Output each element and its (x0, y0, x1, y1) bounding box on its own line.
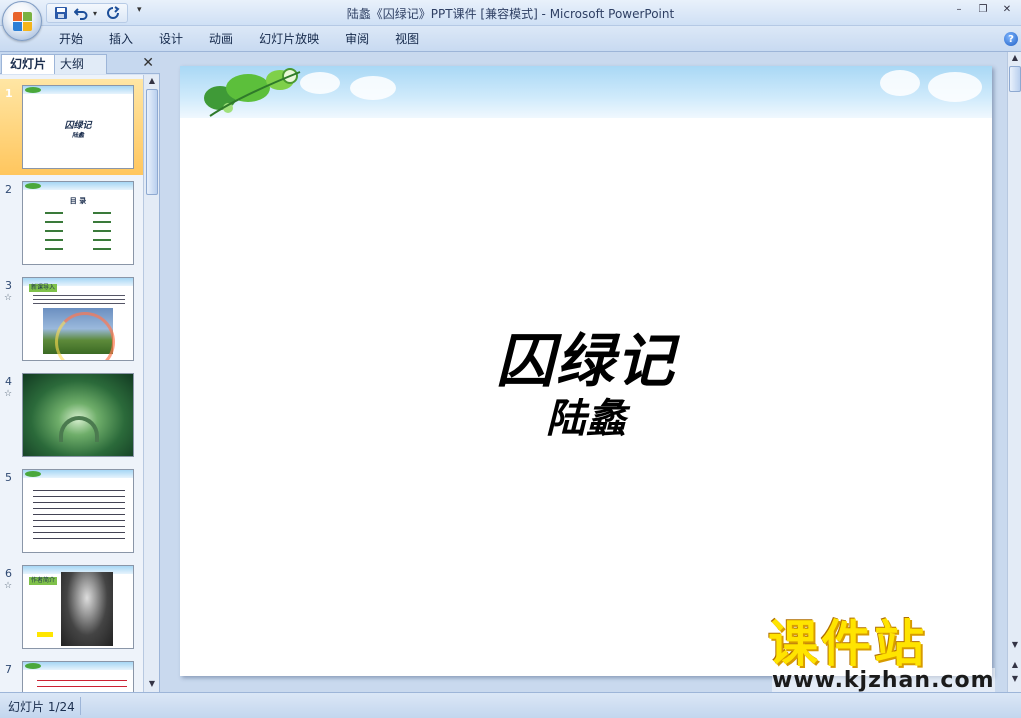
current-slide[interactable]: 囚绿记 陆蠡 (180, 66, 992, 676)
toc-lines (45, 212, 63, 252)
thumb-subtitle: 陆蠡 (71, 132, 84, 139)
help-icon[interactable]: ? (1004, 32, 1018, 46)
restore-button[interactable]: ❐ (971, 2, 995, 16)
tab-design[interactable]: 设计 (146, 31, 196, 47)
slide-number: 6 (5, 567, 12, 580)
scroll-up-icon[interactable]: ▲ (1009, 53, 1021, 65)
close-button[interactable]: ✕ (995, 2, 1019, 16)
slide-thumbnail[interactable]: 作者简介 (22, 565, 134, 649)
office-button[interactable] (2, 1, 42, 41)
scrollbar-thumb[interactable] (1009, 66, 1021, 92)
slide-thumbnail[interactable]: 目 录 (22, 181, 134, 265)
ribbon: 开始 插入 设计 动画 幻灯片放映 审阅 视图 ? (0, 26, 1021, 52)
slide-number: 3 (5, 279, 12, 292)
rainbow-image (43, 308, 115, 360)
animation-star-icon: ☆ (4, 581, 13, 591)
slides-pane: 幻灯片 大纲 ✕ 1 囚绿记 陆蠡 2 目 录 3 ☆ 新课导入 4 ☆ 5 6… (0, 52, 160, 692)
office-logo-icon (13, 12, 33, 32)
thumbnail-row[interactable]: 4 ☆ (0, 367, 143, 463)
scrollbar-thumb[interactable] (146, 89, 158, 195)
tab-animations[interactable]: 动画 (196, 31, 246, 47)
bridge-shape (59, 416, 99, 442)
slide-counter: 幻灯片 1/24 (8, 700, 75, 714)
scroll-down-icon[interactable]: ▼ (146, 679, 158, 691)
slide-number: 1 (5, 87, 13, 100)
tab-slides[interactable]: 幻灯片 (1, 54, 56, 74)
thumbnail-row[interactable]: 7 (0, 655, 143, 692)
leaf-icon (25, 183, 41, 189)
cloud-shape (928, 72, 982, 102)
scroll-down-icon[interactable]: ▼ (1009, 640, 1021, 652)
leaf-icon (25, 87, 41, 93)
ribbon-tabs: 开始 插入 设计 动画 幻灯片放映 审阅 视图 (46, 31, 432, 47)
status-divider (80, 697, 81, 715)
previous-slide-icon[interactable]: ▲ (1009, 660, 1021, 672)
slide-author[interactable]: 陆蠡 (180, 386, 992, 444)
watermark-url: www.kjzhan.com (772, 668, 995, 693)
slide-number: 5 (5, 471, 12, 484)
tab-outline[interactable]: 大纲 (51, 54, 108, 74)
window-controls: – ❐ ✕ (947, 2, 1019, 16)
slide-thumbnail[interactable] (22, 373, 134, 457)
pane-tabs: 幻灯片 大纲 ✕ (0, 52, 160, 74)
slide-number: 7 (5, 663, 12, 676)
pane-close-icon[interactable]: ✕ (142, 55, 154, 71)
next-slide-icon[interactable]: ▼ (1009, 674, 1021, 686)
minimize-button[interactable]: – (947, 2, 971, 16)
tab-slide-show[interactable]: 幻灯片放映 (246, 31, 332, 47)
slide-thumbnail[interactable]: 新课导入 (22, 277, 134, 361)
animation-star-icon: ☆ (4, 389, 13, 399)
highlight-tag (37, 632, 53, 637)
cloud-shape (350, 76, 396, 100)
thumb-label: 新课导入 (29, 284, 58, 292)
toc-lines (93, 212, 111, 252)
animation-star-icon: ☆ (4, 293, 13, 303)
portrait-image (61, 572, 113, 646)
editor-scrollbar[interactable]: ▲ ▼ ▲ ▼ (1007, 52, 1021, 692)
thumb-title: 目 录 (69, 197, 87, 205)
text-lines (33, 490, 125, 542)
slide-thumbnails: 1 囚绿记 陆蠡 2 目 录 3 ☆ 新课导入 4 ☆ 5 6 ☆ 作者简介 7 (0, 75, 143, 692)
leaf-icon (25, 471, 41, 477)
thumbnail-row[interactable]: 1 囚绿记 陆蠡 (0, 79, 143, 175)
thumbnails-scrollbar[interactable]: ▲ ▼ (143, 75, 159, 692)
slide-thumbnail[interactable] (22, 661, 134, 692)
slide-thumbnail[interactable]: 囚绿记 陆蠡 (22, 85, 134, 169)
thumbnail-row[interactable]: 5 (0, 463, 143, 559)
title-bar: ▾ ▾ 陆蠡《囚绿记》PPT课件 [兼容模式] - Microsoft Powe… (0, 0, 1021, 26)
tab-view[interactable]: 视图 (382, 31, 432, 47)
scroll-up-icon[interactable]: ▲ (146, 76, 158, 88)
thumbnail-row[interactable]: 6 ☆ 作者简介 (0, 559, 143, 655)
text-lines (33, 295, 125, 305)
thumbnail-row[interactable]: 3 ☆ 新课导入 (0, 271, 143, 367)
cloud-shape (880, 70, 920, 96)
watermark-logo: 课件站 (768, 615, 927, 673)
text-lines (37, 680, 127, 692)
tab-home[interactable]: 开始 (46, 31, 96, 47)
window-title: 陆蠡《囚绿记》PPT课件 [兼容模式] - Microsoft PowerPoi… (346, 7, 675, 21)
leaf-decoration-icon (204, 68, 301, 117)
status-bar: 幻灯片 1/24 (0, 692, 1021, 718)
tab-review[interactable]: 审阅 (332, 31, 382, 47)
leaf-icon (25, 663, 41, 669)
thumb-label: 作者简介 (29, 577, 58, 585)
slide-number: 2 (5, 183, 12, 196)
tab-insert[interactable]: 插入 (96, 31, 146, 47)
thumbnail-row[interactable]: 2 目 录 (0, 175, 143, 271)
slide-header-banner (180, 66, 992, 118)
slide-thumbnail[interactable] (22, 469, 134, 553)
slide-number: 4 (5, 375, 12, 388)
slide-editor: 囚绿记 陆蠡 (161, 52, 1007, 692)
